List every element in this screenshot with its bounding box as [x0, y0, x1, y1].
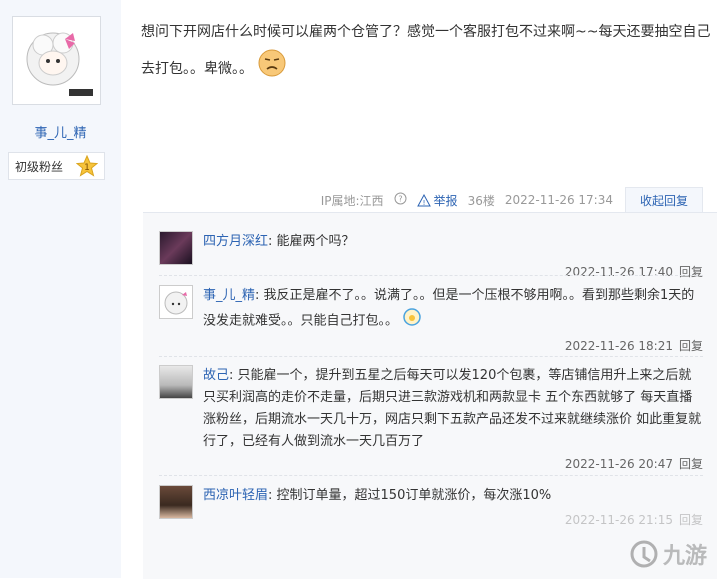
post-content: 想问下开网店什么时候可以雇两个仓管了？感觉一个客服打包不过来啊~~每天还要抽空自…: [141, 17, 711, 90]
author-avatar[interactable]: [12, 16, 101, 105]
reply-text: 能雇两个吗？: [276, 234, 355, 249]
reply-username[interactable]: 故己: [203, 368, 229, 383]
smile-emoji-icon: [402, 307, 422, 335]
watermark: 九游: [629, 538, 707, 570]
svg-text:!: !: [422, 199, 425, 207]
svg-text:?: ?: [398, 195, 402, 204]
report-label: 举报: [433, 193, 458, 208]
divider: [159, 475, 703, 477]
reply-item: 四方月深红: 能雇两个吗？ 2022-11-26 17:40 回复: [159, 231, 703, 291]
reply-time: 2022-11-26 21:15: [564, 513, 673, 527]
post-text: 想问下开网店什么时候可以雇两个仓管了？感觉一个客服打包不过来啊~~每天还要抽空自…: [141, 24, 711, 77]
reply-text: 只能雇一个，提升到五星之后每天可以发120个包裹，等店铺信用升上来之后就只买利润…: [203, 368, 702, 449]
report-button[interactable]: ! 举报: [416, 192, 458, 209]
post-main: 想问下开网店什么时候可以雇两个仓管了？感觉一个客服打包不过来啊~~每天还要抽空自…: [121, 0, 717, 579]
divider: [159, 356, 703, 358]
reply-item: 事_儿_精: 我反正是雇不了。。说满了。。但是一个压根不够用啊。。看到那些剩余1…: [159, 285, 703, 365]
author-name[interactable]: 事_儿_精: [0, 122, 121, 141]
reply-text: 我反正是雇不了。。说满了。。但是一个压根不够用啊。。看到那些剩余1天的没发走就难…: [203, 288, 695, 329]
reply-button[interactable]: 回复: [679, 513, 703, 527]
reply-username[interactable]: 四方月深红: [203, 234, 268, 249]
ip-location: IP属地:江西: [320, 193, 384, 208]
reply-avatar[interactable]: [159, 485, 193, 519]
reply-button[interactable]: 回复: [679, 339, 703, 353]
fan-level-badge[interactable]: 初级粉丝 1: [8, 152, 105, 180]
divider: [159, 275, 703, 277]
reply-list: 四方月深红: 能雇两个吗？ 2022-11-26 17:40 回复 事_儿_精: …: [143, 212, 717, 579]
reply-item: 西凉叶轻眉: 控制订单量，超过150订单就涨价，每次涨10% 2022-11-2…: [159, 485, 703, 545]
nine-game-logo-icon: [630, 540, 658, 568]
reply-avatar[interactable]: [159, 231, 193, 265]
reply-time: 2022-11-26 20:47: [564, 457, 673, 471]
level-number: 1: [84, 163, 90, 173]
warning-icon: !: [416, 193, 431, 207]
level-star-icon: 1: [76, 155, 98, 177]
floor-number: 36楼: [467, 193, 495, 208]
sheep-avatar-icon: [13, 17, 100, 104]
reply-time: 2022-11-26 18:21: [564, 339, 673, 353]
author-sidebar: 事_儿_精 初级粉丝 1: [0, 0, 121, 578]
help-icon[interactable]: ?: [394, 192, 407, 208]
reply-button[interactable]: 回复: [679, 457, 703, 471]
reply-avatar[interactable]: [159, 285, 193, 319]
reply-username[interactable]: 事_儿_精: [203, 288, 255, 303]
fan-level-label: 初级粉丝: [15, 159, 64, 174]
sheep-avatar-icon: [164, 291, 188, 315]
post-time: 2022-11-26 17:34: [504, 193, 613, 207]
post-meta: IP属地:江西 ? ! 举报 36楼 2022-11-26 17:34 收起回复: [311, 186, 703, 214]
collapse-replies-button[interactable]: 收起回复: [624, 186, 703, 214]
reply-text: 控制订单量，超过150订单就涨价，每次涨10%: [276, 488, 552, 503]
watermark-text: 九游: [662, 544, 707, 569]
reply-username[interactable]: 西凉叶轻眉: [203, 488, 268, 503]
reply-avatar[interactable]: [159, 365, 193, 399]
reply-item: 故己: 只能雇一个，提升到五星之后每天可以发120个包裹，等店铺信用升上来之后就…: [159, 365, 703, 477]
frown-emoji-icon: [257, 48, 287, 90]
